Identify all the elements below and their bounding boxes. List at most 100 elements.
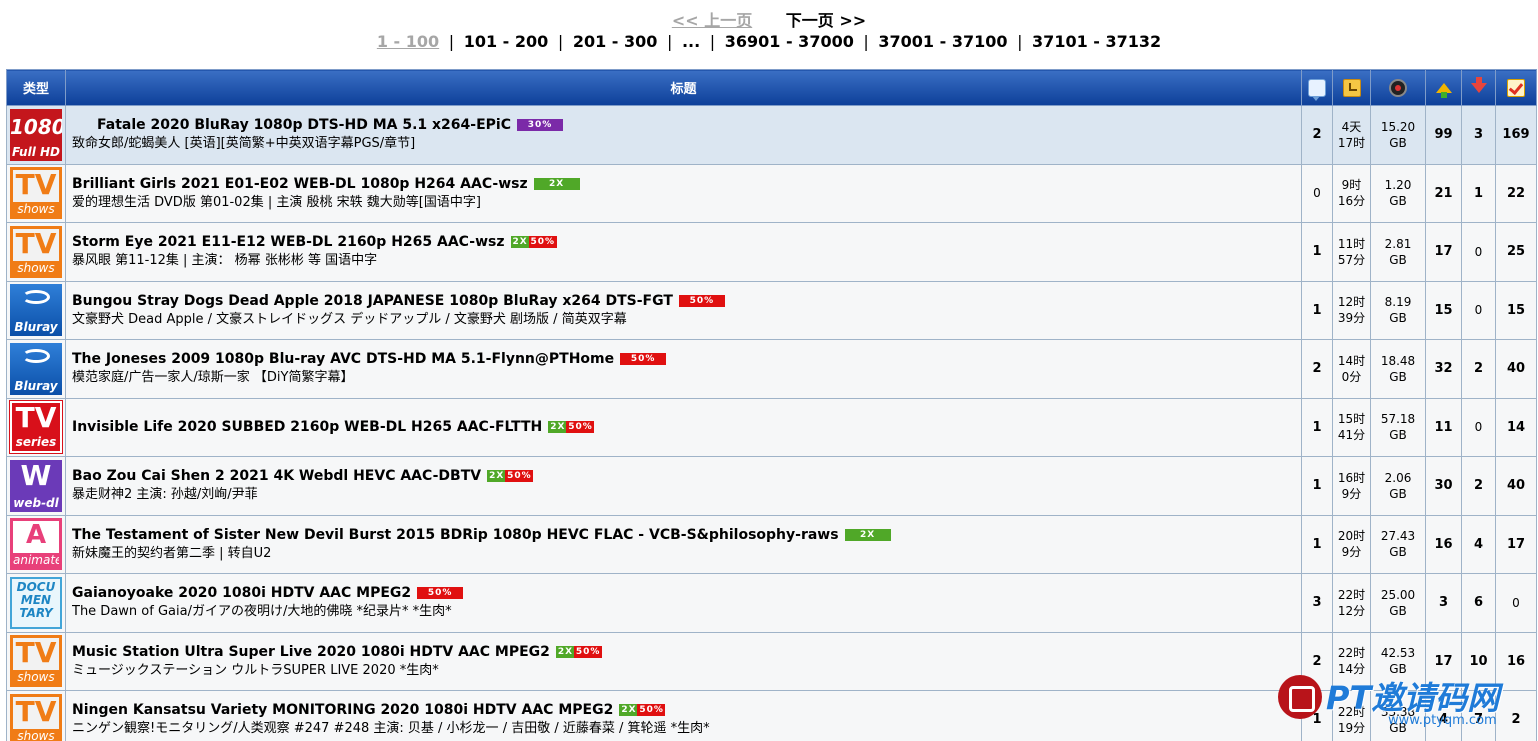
col-completed[interactable] (1495, 69, 1537, 106)
completed-cell[interactable]: 16 (1495, 631, 1537, 691)
leechers-count[interactable]: 0 (1475, 245, 1483, 259)
category-cell[interactable]: Bluray (6, 339, 66, 399)
category-cell[interactable]: TV series (6, 397, 66, 457)
completed-count[interactable]: 169 (1502, 127, 1529, 142)
category-icon[interactable]: 1080 Full HD (10, 108, 62, 161)
category-cell[interactable]: W web-dl (6, 456, 66, 516)
seeders-count[interactable]: 11 (1434, 420, 1452, 435)
table-row[interactable]: TV series Invisible Life 2020 SUBBED 216… (6, 397, 1537, 457)
category-icon[interactable]: TV shows (10, 693, 62, 741)
completed-cell[interactable]: 2 (1495, 690, 1537, 741)
torrent-title-link[interactable]: Bungou Stray Dogs Dead Apple 2018 JAPANE… (72, 293, 673, 309)
completed-cell[interactable]: 25 (1495, 222, 1537, 282)
seeders-count[interactable]: 21 (1434, 186, 1452, 201)
completed-count[interactable]: 15 (1507, 303, 1525, 318)
category-icon[interactable]: TV shows (10, 225, 62, 278)
seeders-cell[interactable]: 4 (1425, 690, 1462, 741)
seeders-cell[interactable]: 16 (1425, 514, 1462, 574)
completed-count[interactable]: 22 (1507, 186, 1525, 201)
comments-count[interactable]: 1 (1312, 244, 1321, 259)
page-link[interactable]: 101 - 200 (464, 32, 549, 51)
comments-cell[interactable]: 1 (1301, 514, 1333, 574)
seeders-count[interactable]: 4 (1439, 712, 1448, 727)
page-link[interactable]: 37101 - 37132 (1032, 32, 1161, 51)
leechers-cell[interactable]: 1 (1461, 163, 1496, 223)
page-link[interactable]: 201 - 300 (573, 32, 658, 51)
category-cell[interactable]: DOCU MEN TARY (6, 573, 66, 633)
leechers-count[interactable]: 6 (1474, 595, 1483, 610)
completed-count[interactable]: 16 (1507, 654, 1525, 669)
leechers-count[interactable]: 4 (1474, 537, 1483, 552)
completed-cell[interactable]: 15 (1495, 280, 1537, 340)
leechers-count[interactable]: 2 (1474, 478, 1483, 493)
comments-count[interactable]: 1 (1312, 420, 1321, 435)
current-page-link[interactable]: 1 - 100 (377, 32, 439, 51)
comments-count[interactable]: 1 (1312, 712, 1321, 727)
completed-cell[interactable]: 40 (1495, 339, 1537, 399)
seeders-cell[interactable]: 17 (1425, 631, 1462, 691)
comments-cell[interactable]: 0 (1301, 163, 1333, 223)
seeders-count[interactable]: 32 (1434, 361, 1452, 376)
completed-count[interactable]: 25 (1507, 244, 1525, 259)
leechers-count[interactable]: 7 (1474, 712, 1483, 727)
completed-count[interactable]: 40 (1507, 478, 1525, 493)
category-icon[interactable]: TV series (9, 400, 63, 455)
leechers-cell[interactable]: 0 (1461, 280, 1496, 340)
table-row[interactable]: Bluray The Joneses 2009 1080p Blu-ray AV… (6, 339, 1537, 399)
leechers-count[interactable]: 3 (1474, 127, 1483, 142)
torrent-title-link[interactable]: Brilliant Girls 2021 E01-E02 WEB-DL 1080… (72, 176, 528, 192)
completed-count[interactable]: 40 (1507, 361, 1525, 376)
torrent-title-link[interactable]: Storm Eye 2021 E11-E12 WEB-DL 2160p H265… (72, 234, 505, 250)
seeders-count[interactable]: 15 (1434, 303, 1452, 318)
comments-cell[interactable]: 2 (1301, 631, 1333, 691)
comments-cell[interactable]: 1 (1301, 222, 1333, 282)
category-icon[interactable]: A animate (10, 518, 62, 571)
torrent-title-link[interactable]: Bao Zou Cai Shen 2 2021 4K Webdl HEVC AA… (72, 468, 481, 484)
completed-cell[interactable]: 17 (1495, 514, 1537, 574)
leechers-cell[interactable]: 7 (1461, 690, 1496, 741)
category-icon[interactable]: W web-dl (10, 459, 62, 512)
leechers-cell[interactable]: 2 (1461, 456, 1496, 516)
comments-count[interactable]: 3 (1312, 595, 1321, 610)
comments-cell[interactable]: 2 (1301, 339, 1333, 399)
leechers-cell[interactable]: 10 (1461, 631, 1496, 691)
completed-cell[interactable]: 169 (1495, 105, 1537, 165)
category-cell[interactable]: 1080 Full HD (6, 105, 66, 165)
table-row[interactable]: 1080 Full HD Fatale 2020 BluRay 1080p DT… (6, 105, 1537, 165)
seeders-count[interactable]: 3 (1439, 595, 1448, 610)
seeders-cell[interactable]: 21 (1425, 163, 1462, 223)
table-row[interactable]: TV shows Ningen Kansatsu Variety MONITOR… (6, 690, 1537, 741)
leechers-cell[interactable]: 2 (1461, 339, 1496, 399)
torrent-title-link[interactable]: Music Station Ultra Super Live 2020 1080… (72, 644, 550, 660)
category-icon[interactable]: Bluray (10, 284, 62, 337)
completed-cell[interactable]: 0 (1495, 573, 1537, 633)
comments-cell[interactable]: 1 (1301, 280, 1333, 340)
col-leechers[interactable] (1461, 69, 1496, 106)
category-cell[interactable]: TV shows (6, 631, 66, 691)
seeders-cell[interactable]: 30 (1425, 456, 1462, 516)
seeders-count[interactable]: 17 (1434, 244, 1452, 259)
completed-count[interactable]: 17 (1507, 537, 1525, 552)
comments-count[interactable]: 2 (1312, 654, 1321, 669)
seeders-cell[interactable]: 11 (1425, 397, 1462, 457)
comments-count[interactable]: 1 (1312, 303, 1321, 318)
leechers-count[interactable]: 2 (1474, 361, 1483, 376)
col-title[interactable]: 标题 (65, 69, 1302, 106)
leechers-cell[interactable]: 3 (1461, 105, 1496, 165)
completed-count[interactable]: 14 (1507, 420, 1525, 435)
table-row[interactable]: TV shows Brilliant Girls 2021 E01-E02 WE… (6, 163, 1537, 223)
col-type[interactable]: 类型 (6, 69, 66, 106)
torrent-title-link[interactable]: Invisible Life 2020 SUBBED 2160p WEB-DL … (72, 419, 542, 435)
category-cell[interactable]: Bluray (6, 280, 66, 340)
col-comments[interactable] (1301, 69, 1333, 106)
leechers-cell[interactable]: 0 (1461, 222, 1496, 282)
page-link[interactable]: 36901 - 37000 (725, 32, 854, 51)
col-time[interactable] (1332, 69, 1371, 106)
comments-count[interactable]: 2 (1312, 127, 1321, 142)
completed-count[interactable]: 2 (1511, 712, 1520, 727)
page-link[interactable]: 37001 - 37100 (878, 32, 1007, 51)
prev-page-link[interactable]: << 上一页 (672, 11, 752, 30)
comments-cell[interactable]: 2 (1301, 105, 1333, 165)
leechers-count[interactable]: 0 (1475, 303, 1483, 317)
torrent-title-link[interactable]: Ningen Kansatsu Variety MONITORING 2020 … (72, 702, 613, 718)
